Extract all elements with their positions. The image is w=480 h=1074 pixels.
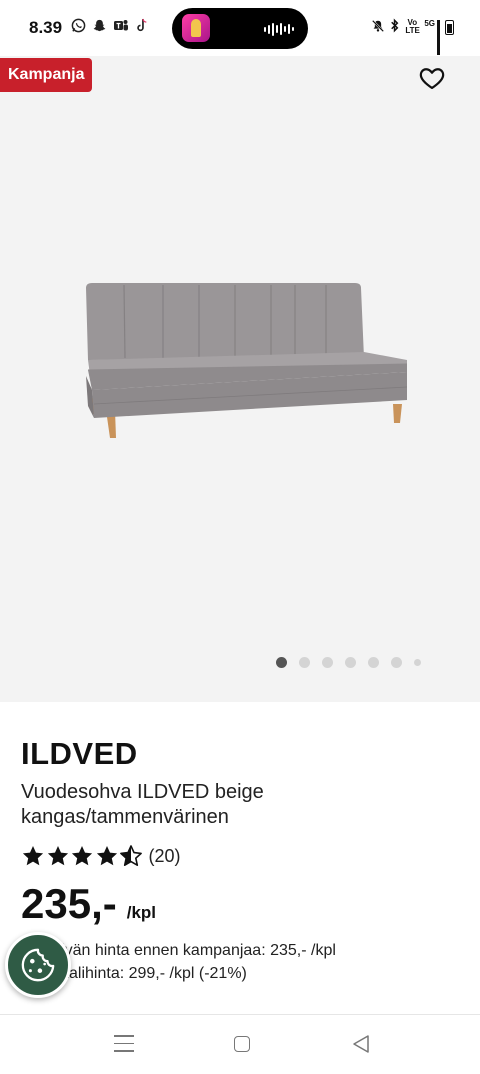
- rating-count: (20): [148, 845, 181, 866]
- pagination-dot-more[interactable]: [414, 659, 421, 666]
- favorite-heart-icon[interactable]: [418, 64, 446, 92]
- home-icon[interactable]: [234, 1036, 250, 1052]
- whatsapp-icon: [70, 18, 87, 36]
- back-icon[interactable]: [352, 1034, 370, 1054]
- audio-wave-icon: [264, 22, 294, 36]
- pagination-dot[interactable]: [391, 657, 402, 668]
- gallery-pagination: [276, 657, 421, 668]
- network-label: 5G: [424, 19, 435, 28]
- battery-icon: [445, 19, 454, 35]
- pagination-dot-active[interactable]: [276, 657, 287, 668]
- teams-icon: [112, 18, 129, 36]
- star-full-icon: [96, 846, 117, 866]
- 5g-signal-icon: 5G: [424, 19, 440, 55]
- system-navigation-bar: [0, 1014, 480, 1074]
- product-image-sofa: [86, 283, 408, 438]
- status-bar: 8.39 Vo LTE 5G: [0, 0, 480, 56]
- pagination-dot[interactable]: [345, 657, 356, 668]
- product-description: Vuodesohva ILDVED beige kangas/tammenvär…: [21, 781, 264, 828]
- product-rating[interactable]: (20): [21, 844, 181, 868]
- pagination-dot[interactable]: [322, 657, 333, 668]
- tiktok-icon: [133, 18, 150, 36]
- star-full-icon: [71, 846, 93, 866]
- cookie-icon: [21, 948, 55, 982]
- product-brand: ILDVED: [21, 736, 138, 771]
- star-half-icon: [120, 845, 142, 866]
- product-info: ILDVED Vuodesohva ILDVED beige kangas/ta…: [21, 734, 461, 830]
- snapchat-icon: [91, 18, 108, 36]
- bluetooth-icon: [390, 18, 400, 36]
- product-price: 235,-: [21, 880, 117, 927]
- price-row: 235,- /kpl: [21, 880, 156, 928]
- pagination-dot[interactable]: [299, 657, 310, 668]
- status-app-icons: [70, 18, 150, 36]
- star-full-icon: [22, 846, 44, 866]
- cookie-settings-button[interactable]: [5, 932, 71, 998]
- volte-icon: Vo LTE: [405, 18, 420, 35]
- media-thumbnail: [182, 14, 210, 42]
- price-unit: /kpl: [126, 903, 157, 922]
- mute-icon: [371, 19, 385, 36]
- star-full-icon: [47, 846, 68, 866]
- status-time: 8.39: [29, 18, 63, 37]
- pagination-dot[interactable]: [368, 657, 379, 668]
- status-system-icons: Vo LTE 5G: [371, 18, 454, 55]
- product-image-gallery[interactable]: Kampanja: [0, 56, 480, 702]
- dynamic-island[interactable]: [172, 8, 308, 49]
- recent-apps-icon[interactable]: [114, 1035, 134, 1053]
- campaign-badge: Kampanja: [0, 58, 93, 92]
